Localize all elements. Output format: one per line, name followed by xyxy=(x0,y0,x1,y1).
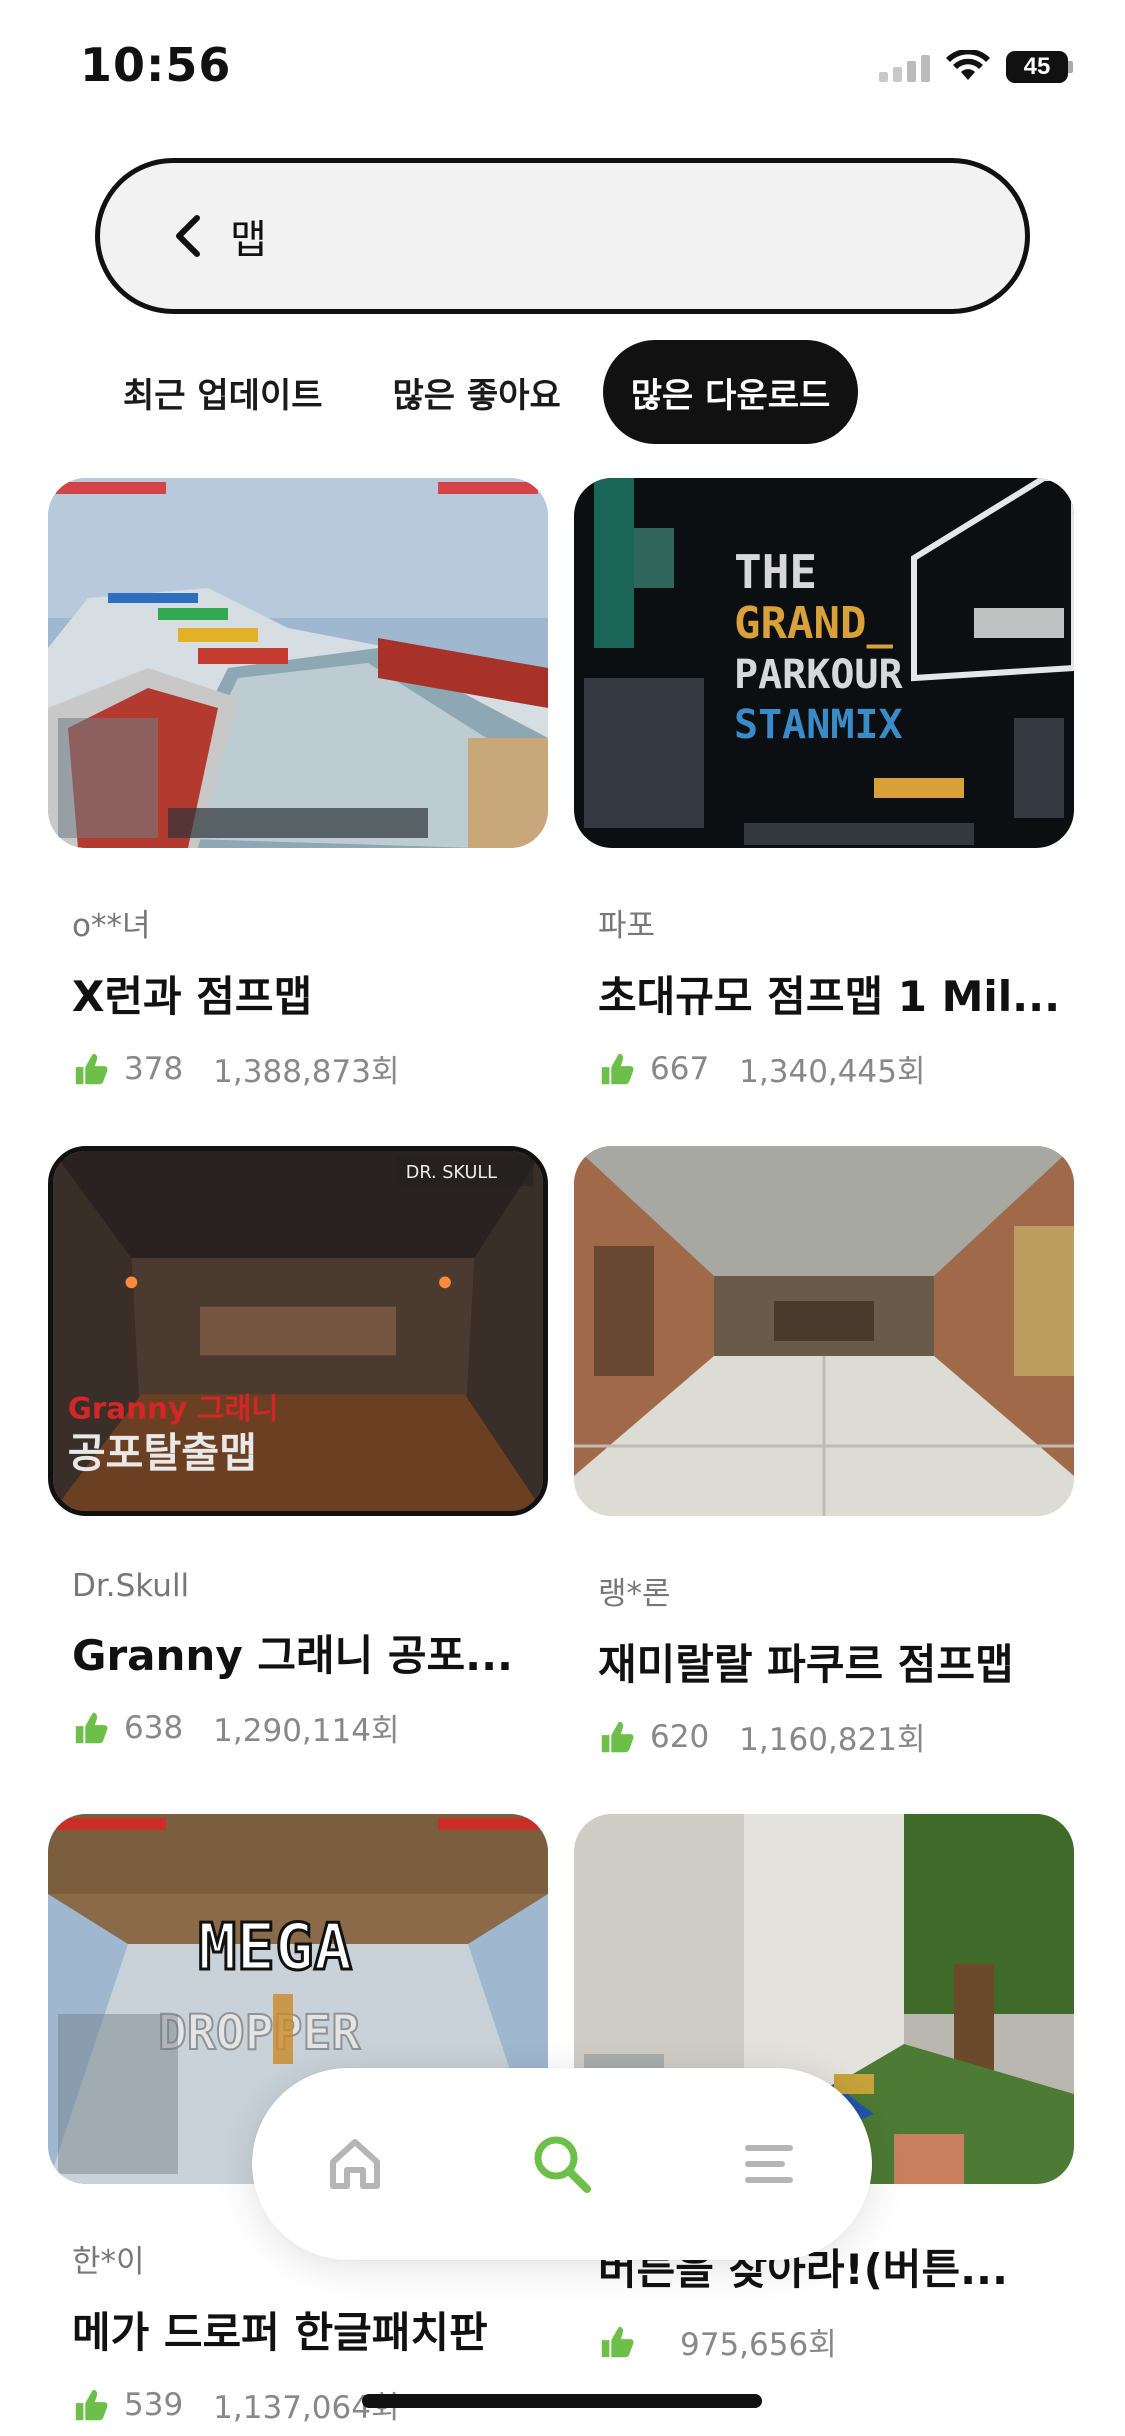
like-count: 638 xyxy=(124,1709,184,1746)
search-icon xyxy=(534,2136,591,2193)
map-title: Granny 그래니 공포... xyxy=(72,1631,514,1680)
sort-tabs: 최근 업데이트 많은 좋아요 많은 다운로드 xyxy=(95,340,859,444)
creator-name: 랭*론 xyxy=(598,1576,671,1612)
map-card[interactable]: DR. SKULL Granny 그래니 공포탈출맵 Dr.Skull Gran… xyxy=(48,1146,548,1750)
back-arrow-icon[interactable] xyxy=(168,212,208,260)
thumb-text: STANMIX xyxy=(734,702,903,748)
map-thumbnail[interactable]: THE GRAND_ PARKOUR STANMIX xyxy=(574,478,1074,848)
map-thumbnail[interactable] xyxy=(574,1146,1074,1516)
nav-home[interactable] xyxy=(300,2109,410,2219)
creator-name: Dr.Skull xyxy=(72,1568,190,1604)
bottom-navigation xyxy=(252,2068,872,2260)
download-count: 975,656회 xyxy=(680,2327,837,2363)
thumbs-up-icon xyxy=(75,1712,108,1743)
map-title: X런과 점프맵 xyxy=(72,972,313,1021)
thumbs-up-icon xyxy=(75,1053,108,1084)
map-card[interactable]: o**녀 X런과 점프맵 378 1,388,873회 xyxy=(48,478,548,1091)
thumb-text: DR. SKULL xyxy=(406,1163,497,1183)
cellular-signal-icon xyxy=(879,52,930,82)
tab-recent-update[interactable]: 최근 업데이트 xyxy=(95,340,351,444)
status-icons: 45 xyxy=(879,50,1073,84)
home-indicator xyxy=(362,2394,762,2408)
map-stats: 638 1,290,114회 xyxy=(72,1705,548,1750)
creator-name: o**녀 xyxy=(72,908,151,944)
map-stats: 975,656회 xyxy=(598,2319,1074,2364)
like-count: 378 xyxy=(124,1050,184,1087)
thumb-text: MEGA xyxy=(198,1911,352,1985)
nav-menu[interactable] xyxy=(714,2109,824,2219)
map-title: 재미랄랄 파쿠르 점프맵 xyxy=(598,1640,1014,1689)
menu-icon xyxy=(744,2145,793,2183)
like-count: 620 xyxy=(650,1718,710,1755)
map-card[interactable]: 랭*론 재미랄랄 파쿠르 점프맵 620 1,160,821회 xyxy=(574,1146,1074,1759)
thumbs-up-icon xyxy=(75,2389,108,2420)
map-thumbnail[interactable] xyxy=(48,478,548,848)
battery-icon: 45 xyxy=(1006,51,1073,83)
status-bar: 10:56 45 xyxy=(0,0,1125,140)
nav-search[interactable] xyxy=(507,2109,617,2219)
map-title: 메가 드로퍼 한글패치판 xyxy=(72,2308,488,2357)
search-bar[interactable]: 맵 xyxy=(95,158,1030,314)
tab-most-likes[interactable]: 많은 좋아요 xyxy=(365,340,589,444)
thumb-text: DROPPER xyxy=(158,2005,360,2061)
like-count: 667 xyxy=(650,1050,710,1087)
map-card[interactable]: THE GRAND_ PARKOUR STANMIX 파포 초대규모 점프맵 1… xyxy=(574,478,1074,1091)
map-stats: 667 1,340,445회 xyxy=(598,1046,1074,1091)
screen: 10:56 45 맵 최근 업데이트 많은 좋아요 많은 다운로드 o**녀 X… xyxy=(0,0,1125,2436)
thumb-text: PARKOUR xyxy=(734,652,903,698)
thumb-text: GRAND_ xyxy=(734,598,893,649)
download-count: 1,160,821회 xyxy=(739,1722,926,1758)
map-stats: 378 1,388,873회 xyxy=(72,1046,548,1091)
thumbs-up-icon xyxy=(601,2326,634,2357)
creator-name: 파포 xyxy=(598,908,656,944)
map-stats: 620 1,160,821회 xyxy=(598,1714,1074,1759)
search-query[interactable]: 맵 xyxy=(230,207,267,265)
wifi-icon xyxy=(946,50,990,80)
download-count: 1,388,873회 xyxy=(213,1054,400,1090)
thumbs-up-icon xyxy=(601,1721,634,1752)
status-time: 10:56 xyxy=(80,38,232,92)
tab-most-downloads[interactable]: 많은 다운로드 xyxy=(602,340,859,444)
battery-level: 45 xyxy=(1023,53,1051,80)
download-count: 1,340,445회 xyxy=(739,1054,926,1090)
thumb-text: Granny 그래니 xyxy=(68,1392,279,1426)
map-thumbnail[interactable]: DR. SKULL Granny 그래니 공포탈출맵 xyxy=(48,1146,548,1516)
thumb-text: THE xyxy=(734,545,817,599)
thumbs-up-icon xyxy=(601,1053,634,1084)
thumb-text: 공포탈출맵 xyxy=(68,1429,257,1477)
download-count: 1,290,114회 xyxy=(213,1713,400,1749)
like-count: 539 xyxy=(124,2386,184,2423)
map-title: 초대규모 점프맵 1 Mil... xyxy=(598,972,1061,1021)
home-icon xyxy=(330,2139,381,2189)
